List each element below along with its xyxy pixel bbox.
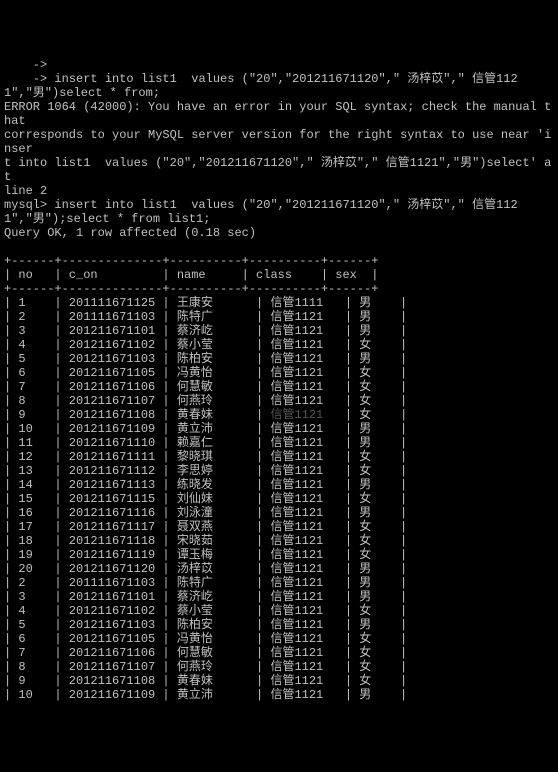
table-row: | 4 | 201211671102 | 蔡小莹 | 信管1121 | 女 | — [4, 338, 554, 352]
terminal-output: -> -> insert into list1 values ("20","20… — [4, 58, 554, 702]
table-row: | 15 | 201211671115 | 刘仙妹 | 信管1121 | 女 | — [4, 492, 554, 506]
table-row: | 10 | 201211671109 | 黄立沛 | 信管1121 | 男 | — [4, 422, 554, 436]
table-row: | 9 | 201211671108 | 黄春妹 | 信管1121 | 女 | — [4, 408, 554, 422]
table-border: +------+--------------+----------+------… — [4, 254, 554, 268]
table-row: | 3 | 201211671101 | 蔡济屹 | 信管1121 | 男 | — [4, 324, 554, 338]
table-row: | 20 | 201211671120 | 汤梓苡 | 信管1121 | 男 | — [4, 562, 554, 576]
watermark-text: 信管1121 — [270, 408, 337, 422]
query-result-line: Query OK, 1 row affected (0.18 sec) — [4, 226, 554, 240]
error-message-line: ERROR 1064 (42000): You have an error in… — [4, 100, 554, 128]
error-message-line: t into list1 values ("20","201211671120"… — [4, 156, 554, 184]
table-row: | 7 | 201211671106 | 何慧敏 | 信管1121 | 女 | — [4, 646, 554, 660]
table-row: | 2 | 201111671103 | 陈特广 | 信管1121 | 男 | — [4, 310, 554, 324]
table-row: | 9 | 201211671108 | 黄春妹 | 信管1121 | 女 | — [4, 674, 554, 688]
table-row: | 13 | 201211671112 | 李思婷 | 信管1121 | 女 | — [4, 464, 554, 478]
table-row: | 17 | 201211671117 | 聂双燕 | 信管1121 | 女 | — [4, 520, 554, 534]
table-row: | 6 | 201211671105 | 冯黄怡 | 信管1121 | 女 | — [4, 366, 554, 380]
table-row: | 4 | 201211671102 | 蔡小莹 | 信管1121 | 女 | — [4, 604, 554, 618]
table-row: | 18 | 201211671118 | 宋晓茹 | 信管1121 | 女 | — [4, 534, 554, 548]
mysql-prompt-line[interactable]: mysql> insert into list1 values ("20","2… — [4, 198, 554, 226]
table-row: | 14 | 201211671113 | 练晓发 | 信管1121 | 男 | — [4, 478, 554, 492]
table-border: +------+--------------+----------+------… — [4, 282, 554, 296]
error-message-line: corresponds to your MySQL server version… — [4, 128, 554, 156]
table-row: | 8 | 201211671107 | 何燕玲 | 信管1121 | 女 | — [4, 394, 554, 408]
table-row: | 6 | 201211671105 | 冯黄怡 | 信管1121 | 女 | — [4, 632, 554, 646]
table-row: | 5 | 201211671103 | 陈柏安 | 信管1121 | 男 | — [4, 352, 554, 366]
table-row: | 19 | 201211671119 | 谭玉梅 | 信管1121 | 女 | — [4, 548, 554, 562]
table-row: | 5 | 201211671103 | 陈柏安 | 信管1121 | 男 | — [4, 618, 554, 632]
table-row: | 1 | 201111671125 | 王康安 | 信管1111 | 男 | — [4, 296, 554, 310]
table-header-row: | no | c_on | name | class | sex | — [4, 268, 554, 282]
table-row: | 10 | 201211671109 | 黄立沛 | 信管1121 | 男 | — [4, 688, 554, 702]
table-row: | 7 | 201211671106 | 何慧敏 | 信管1121 | 女 | — [4, 380, 554, 394]
prompt-continuation: -> — [4, 58, 554, 72]
table-row: | 2 | 201111671103 | 陈特广 | 信管1121 | 男 | — [4, 576, 554, 590]
sql-insert-statement: -> insert into list1 values ("20","20121… — [4, 72, 554, 100]
error-message-line: line 2 — [4, 184, 554, 198]
table-row: | 11 | 201211671110 | 赖嘉仁 | 信管1121 | 男 | — [4, 436, 554, 450]
table-row: | 3 | 201211671101 | 蔡济屹 | 信管1121 | 男 | — [4, 590, 554, 604]
table-row: | 16 | 201211671116 | 刘泳潼 | 信管1121 | 男 | — [4, 506, 554, 520]
table-row: | 8 | 201211671107 | 何燕玲 | 信管1121 | 女 | — [4, 660, 554, 674]
table-row: | 12 | 201211671111 | 黎晓琪 | 信管1121 | 女 | — [4, 450, 554, 464]
